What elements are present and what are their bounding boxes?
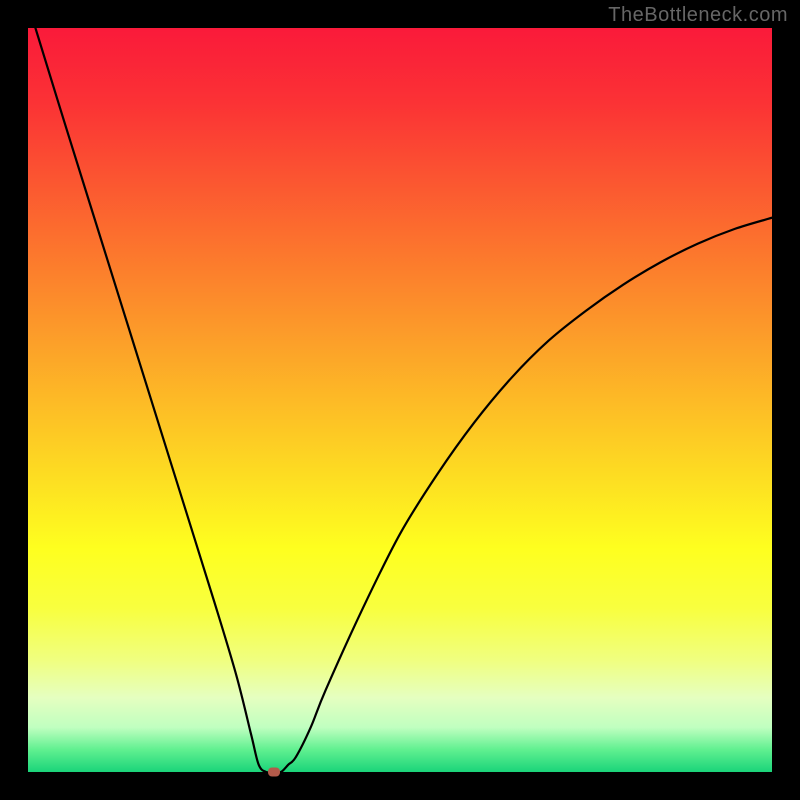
watermark: TheBottleneck.com [608, 4, 788, 27]
plot-area [28, 28, 772, 772]
chart-curve [28, 28, 772, 772]
optimal-marker [268, 768, 280, 777]
